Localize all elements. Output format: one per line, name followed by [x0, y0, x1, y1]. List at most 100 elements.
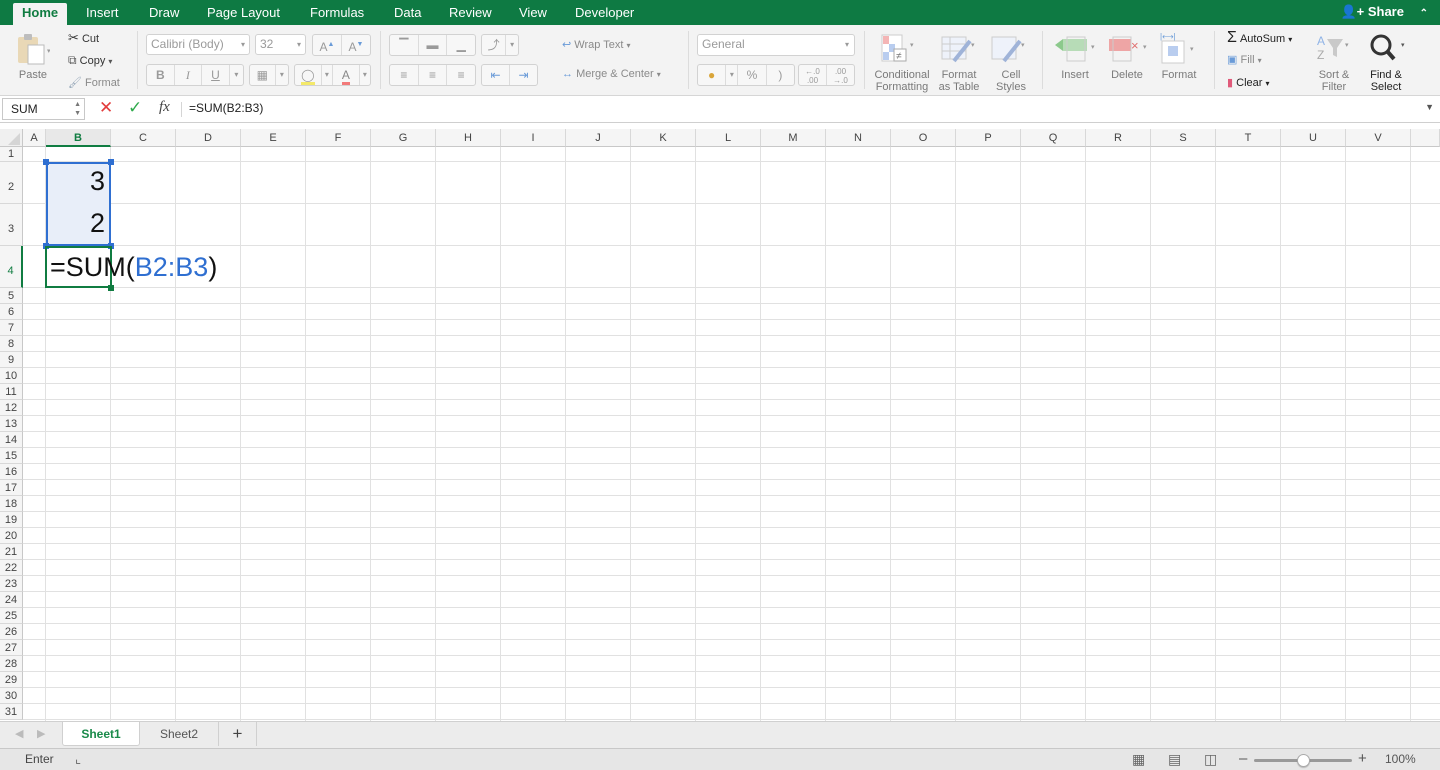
- wrap-text-button[interactable]: ↩ Wrap Text ▾: [562, 38, 630, 51]
- orientation-button[interactable]: ⤴ ▾: [481, 34, 519, 56]
- autosum-button[interactable]: Σ AutoSum ▾: [1227, 29, 1292, 47]
- tab-data[interactable]: Data: [385, 0, 430, 25]
- tab-draw[interactable]: Draw: [140, 0, 188, 25]
- clear-button[interactable]: ▮ Clear ▾: [1227, 76, 1270, 89]
- spreadsheet-grid[interactable]: A B C D E F G H I J K L M N O P Q R S T U V 1 2 3 4 5 6 7 8 9 10 11 12 13 1…: [0, 127, 1440, 721]
- decrease-decimal-button[interactable]: .00 →.0: [827, 65, 854, 85]
- column-header-o[interactable]: O: [891, 129, 956, 147]
- row-header-19[interactable]: 19: [0, 512, 23, 528]
- row-header-1[interactable]: 1: [0, 147, 23, 162]
- underline-dropdown[interactable]: ▾: [230, 65, 243, 85]
- column-header-c[interactable]: C: [111, 129, 176, 147]
- column-header-r[interactable]: R: [1086, 129, 1151, 147]
- sort-filter-button[interactable]: Sort & Filter: [1311, 69, 1357, 93]
- merge-center-button[interactable]: ↔ Merge & Center ▾: [562, 68, 661, 80]
- row-header-27[interactable]: 27: [0, 640, 23, 656]
- row-header-7[interactable]: 7: [0, 320, 23, 336]
- row-header-20[interactable]: 20: [0, 528, 23, 544]
- add-sheet-button[interactable]: +: [219, 722, 257, 746]
- paste-icon[interactable]: ▾: [16, 33, 51, 68]
- row-header-25[interactable]: 25: [0, 608, 23, 624]
- font-color-button[interactable]: A: [333, 65, 360, 85]
- column-header-m[interactable]: M: [761, 129, 826, 147]
- zoom-out-button[interactable]: –: [1239, 750, 1247, 767]
- row-header-17[interactable]: 17: [0, 480, 23, 496]
- row-header-13[interactable]: 13: [0, 416, 23, 432]
- zoom-slider-thumb[interactable]: [1297, 754, 1310, 767]
- format-painter-button[interactable]: 🖌 Format: [68, 76, 120, 89]
- conditional-formatting-button[interactable]: Conditional Formatting: [868, 69, 936, 93]
- column-header-a[interactable]: A: [23, 129, 46, 147]
- tab-home[interactable]: Home: [13, 3, 68, 25]
- cell-b3[interactable]: 2: [46, 208, 105, 239]
- column-header-t[interactable]: T: [1216, 129, 1281, 147]
- column-header-e[interactable]: E: [241, 129, 306, 147]
- column-header-l[interactable]: L: [696, 129, 761, 147]
- underline-button[interactable]: U: [202, 65, 230, 85]
- row-header-30[interactable]: 30: [0, 688, 23, 704]
- column-header-f[interactable]: F: [306, 129, 371, 147]
- row-header-21[interactable]: 21: [0, 544, 23, 560]
- cancel-formula-icon[interactable]: ✕: [99, 98, 113, 118]
- tab-view[interactable]: View: [510, 0, 556, 25]
- row-header-2[interactable]: 2: [0, 162, 23, 204]
- bold-button[interactable]: B: [147, 65, 175, 85]
- name-box[interactable]: SUM ▲ ▼: [2, 98, 85, 120]
- number-format-select[interactable]: General ▾: [697, 34, 855, 56]
- find-select-icon[interactable]: ▾: [1368, 33, 1408, 66]
- scroll-sheets-right-icon[interactable]: ▶: [37, 727, 45, 740]
- range-resize-handle[interactable]: [108, 159, 114, 165]
- column-header-n[interactable]: N: [826, 129, 891, 147]
- sheet-tab-sheet1[interactable]: Sheet1: [62, 722, 140, 746]
- italic-button[interactable]: I: [175, 65, 203, 85]
- row-header-9[interactable]: 9: [0, 352, 23, 368]
- row-header-29[interactable]: 29: [0, 672, 23, 688]
- row-header-10[interactable]: 10: [0, 368, 23, 384]
- increase-decimal-button[interactable]: ←.0.00: [799, 65, 827, 85]
- name-box-spinner[interactable]: ▲ ▼: [74, 100, 81, 118]
- delete-cells-button[interactable]: Delete: [1104, 69, 1150, 81]
- font-color-dropdown[interactable]: ▾: [360, 65, 370, 85]
- row-header-15[interactable]: 15: [0, 448, 23, 464]
- fill-button[interactable]: ▣ Fill ▾: [1227, 53, 1262, 66]
- row-header-8[interactable]: 8: [0, 336, 23, 352]
- column-header-i[interactable]: I: [501, 129, 566, 147]
- expand-formula-bar-icon[interactable]: ▼: [1425, 102, 1434, 112]
- insert-function-icon[interactable]: fx: [159, 99, 170, 116]
- tab-insert[interactable]: Insert: [77, 0, 128, 25]
- tab-review[interactable]: Review: [440, 0, 501, 25]
- format-as-table-icon[interactable]: ▾: [940, 33, 976, 68]
- align-top-icon[interactable]: ▔: [390, 35, 419, 55]
- row-header-23[interactable]: 23: [0, 576, 23, 592]
- sort-filter-icon[interactable]: A Z ▾: [1316, 33, 1352, 66]
- row-header-18[interactable]: 18: [0, 496, 23, 512]
- find-select-button[interactable]: Find & Select: [1364, 69, 1408, 93]
- row-header-4[interactable]: 4: [0, 246, 23, 288]
- cell-styles-icon[interactable]: ▾: [990, 33, 1026, 68]
- align-left-icon[interactable]: ≡: [390, 65, 419, 85]
- column-header-v[interactable]: V: [1346, 129, 1411, 147]
- shrink-font-button[interactable]: A▼: [342, 35, 370, 55]
- row-header-22[interactable]: 22: [0, 560, 23, 576]
- column-header-b[interactable]: B: [46, 129, 111, 147]
- copy-button[interactable]: ⧉ Copy ▾: [68, 53, 112, 68]
- comma-style-button[interactable]: ): [767, 65, 794, 85]
- enter-formula-icon[interactable]: ✓: [128, 98, 142, 118]
- tab-formulas[interactable]: Formulas: [301, 0, 373, 25]
- share-button[interactable]: 👤+ Share ⌃: [1340, 0, 1428, 25]
- zoom-in-button[interactable]: +: [1358, 750, 1367, 767]
- column-header-p[interactable]: P: [956, 129, 1021, 147]
- cell-styles-button[interactable]: Cell Styles: [990, 69, 1032, 93]
- macro-recorder-icon[interactable]: ⌞: [75, 751, 81, 767]
- format-cells-icon[interactable]: |⟷| ▾: [1158, 31, 1202, 68]
- cell-b2[interactable]: 3: [46, 166, 105, 197]
- paste-button[interactable]: Paste: [14, 69, 52, 81]
- align-middle-icon[interactable]: ▬: [419, 35, 448, 55]
- column-header-g[interactable]: G: [371, 129, 436, 147]
- fill-handle[interactable]: [108, 285, 114, 291]
- row-header-26[interactable]: 26: [0, 624, 23, 640]
- row-header-12[interactable]: 12: [0, 400, 23, 416]
- row-header-11[interactable]: 11: [0, 384, 23, 400]
- column-header-k[interactable]: K: [631, 129, 696, 147]
- row-header-24[interactable]: 24: [0, 592, 23, 608]
